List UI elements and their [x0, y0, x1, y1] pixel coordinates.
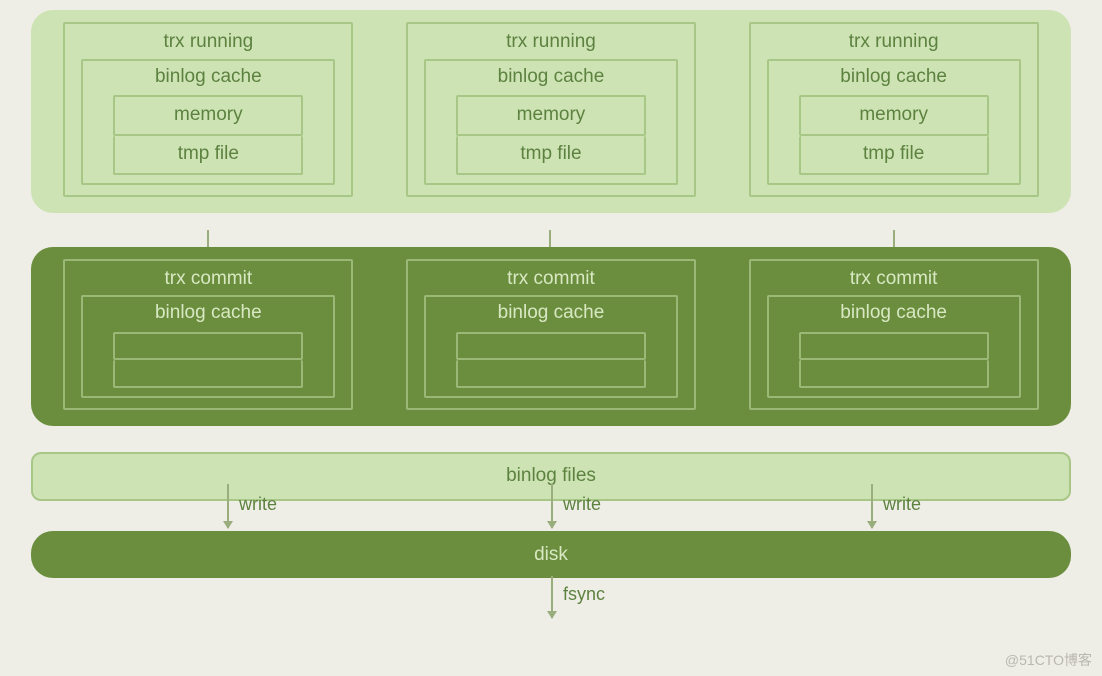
trx-running-box: trx running binlog cache memory tmp file: [749, 22, 1039, 197]
tmpfile-cell: tmp file: [113, 136, 303, 175]
arrow-icon: [871, 484, 873, 528]
write-label: write: [883, 494, 921, 515]
memory-cell: memory: [456, 95, 646, 136]
binlog-cache-label: binlog cache: [89, 65, 327, 90]
binlog-cache-box: binlog cache memory tmp file: [767, 59, 1021, 185]
empty-cell: [113, 360, 303, 388]
empty-cell: [799, 360, 989, 388]
empty-cell: [456, 332, 646, 360]
memory-cell: memory: [799, 95, 989, 136]
watermark: @51CTO博客: [1005, 650, 1092, 670]
arrow-icon: [227, 484, 229, 528]
trx-running-label: trx running: [416, 30, 686, 55]
trx-running-box: trx running binlog cache memory tmp file: [63, 22, 353, 197]
memory-cell: memory: [113, 95, 303, 136]
empty-cell: [799, 332, 989, 360]
binlog-cache-label: binlog cache: [432, 65, 670, 90]
empty-cell: [456, 360, 646, 388]
trx-commit-label: trx commit: [416, 267, 686, 292]
trx-commit-box: trx commit binlog cache: [63, 259, 353, 410]
trx-running-box: trx running binlog cache memory tmp file: [406, 22, 696, 197]
binlog-cache-box: binlog cache: [81, 295, 335, 398]
trx-running-label: trx running: [759, 30, 1029, 55]
binlog-cache-label: binlog cache: [775, 301, 1013, 326]
binlog-cache-label: binlog cache: [89, 301, 327, 326]
arrow-icon: [551, 576, 553, 618]
trx-running-label: trx running: [73, 30, 343, 55]
trx-commit-label: trx commit: [759, 267, 1029, 292]
binlog-cache-box: binlog cache: [767, 295, 1021, 398]
running-panel: trx running binlog cache memory tmp file…: [31, 10, 1071, 213]
commit-panel: trx commit binlog cache trx commit binlo…: [31, 247, 1071, 426]
trx-commit-box: trx commit binlog cache: [406, 259, 696, 410]
tmpfile-cell: tmp file: [799, 136, 989, 175]
binlog-cache-box: binlog cache: [424, 295, 678, 398]
empty-cell: [113, 332, 303, 360]
binlog-cache-label: binlog cache: [775, 65, 1013, 90]
binlog-cache-box: binlog cache memory tmp file: [81, 59, 335, 185]
binlog-cache-label: binlog cache: [432, 301, 670, 326]
fsync-label: fsync: [563, 584, 605, 605]
arrow-icon: [551, 484, 553, 528]
trx-commit-box: trx commit binlog cache: [749, 259, 1039, 410]
trx-commit-label: trx commit: [73, 267, 343, 292]
tmpfile-cell: tmp file: [456, 136, 646, 175]
write-label: write: [563, 494, 601, 515]
binlog-cache-box: binlog cache memory tmp file: [424, 59, 678, 185]
write-label: write: [239, 494, 277, 515]
disk-box: disk: [31, 531, 1071, 578]
